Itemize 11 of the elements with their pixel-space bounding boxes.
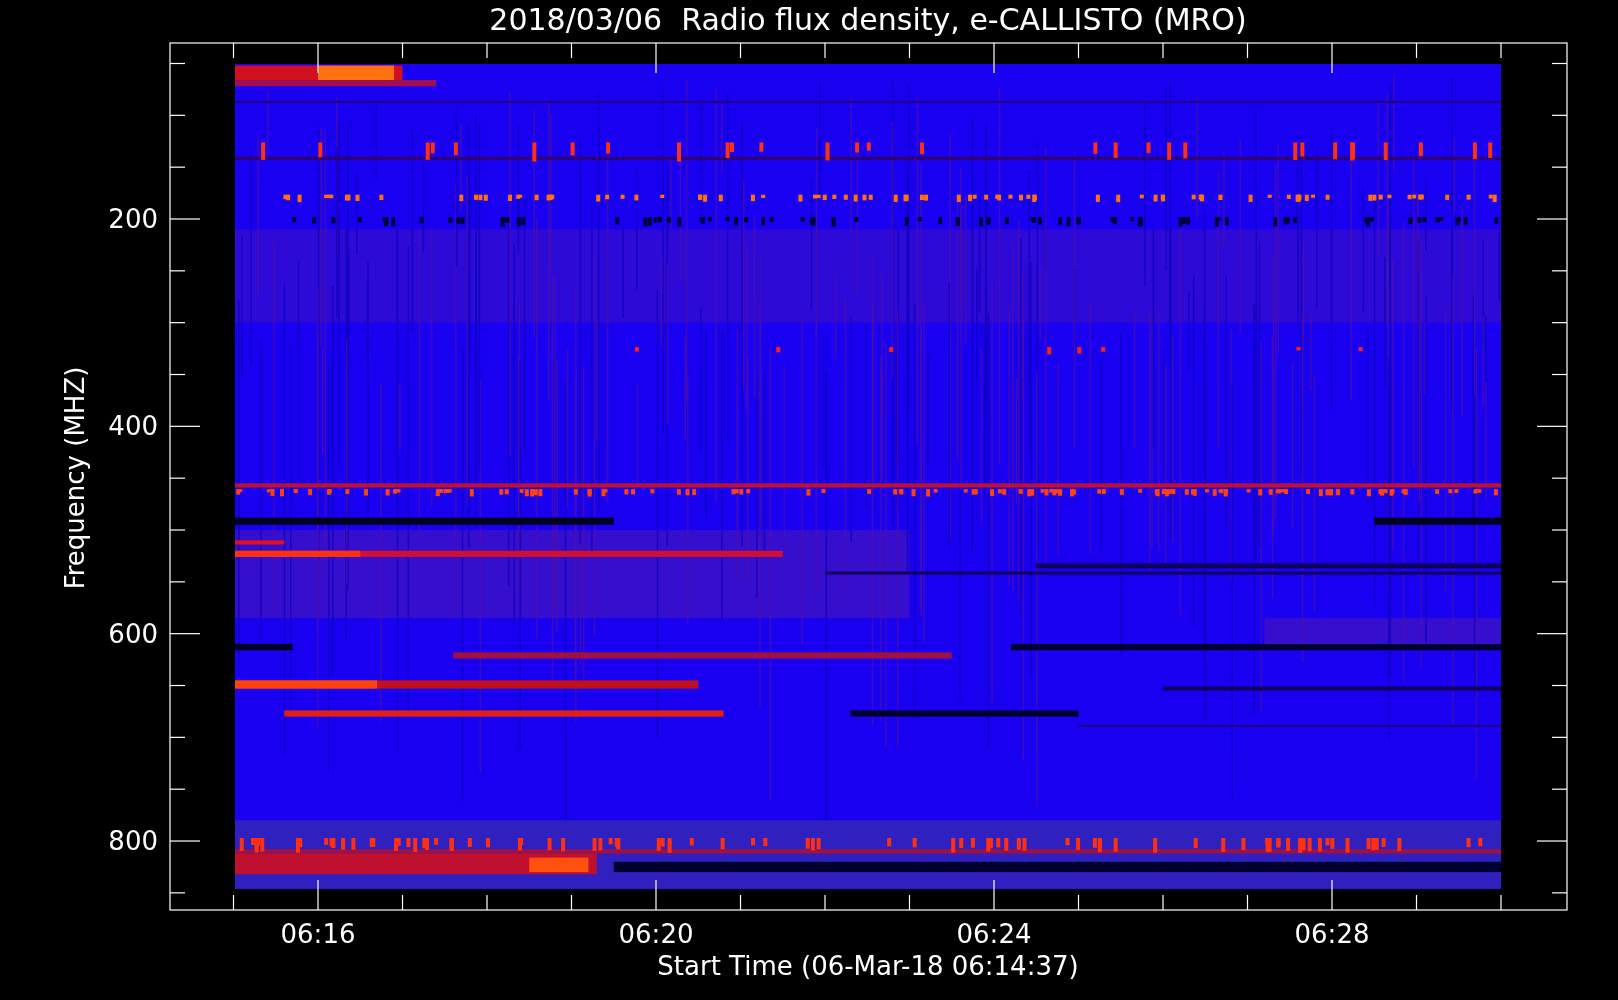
x-tick-label: 06:20: [618, 919, 694, 949]
x-tick-label: 06:16: [280, 919, 356, 949]
chart-title: 2018/03/06 Radio flux density, e-CALLISTO (MRO): [489, 2, 1247, 37]
x-tick-label: 06:24: [956, 919, 1032, 949]
x-tick-label: 06:28: [1294, 919, 1370, 949]
y-tick-label: 200: [108, 204, 158, 234]
x-axis-label: Start Time (06-Mar-18 06:14:37): [657, 951, 1079, 981]
y-tick-label: 400: [108, 411, 158, 442]
y-tick-label: 600: [108, 618, 158, 649]
y-tick-label: 800: [108, 826, 158, 856]
y-axis-label: Frequency (MHZ): [60, 366, 90, 590]
